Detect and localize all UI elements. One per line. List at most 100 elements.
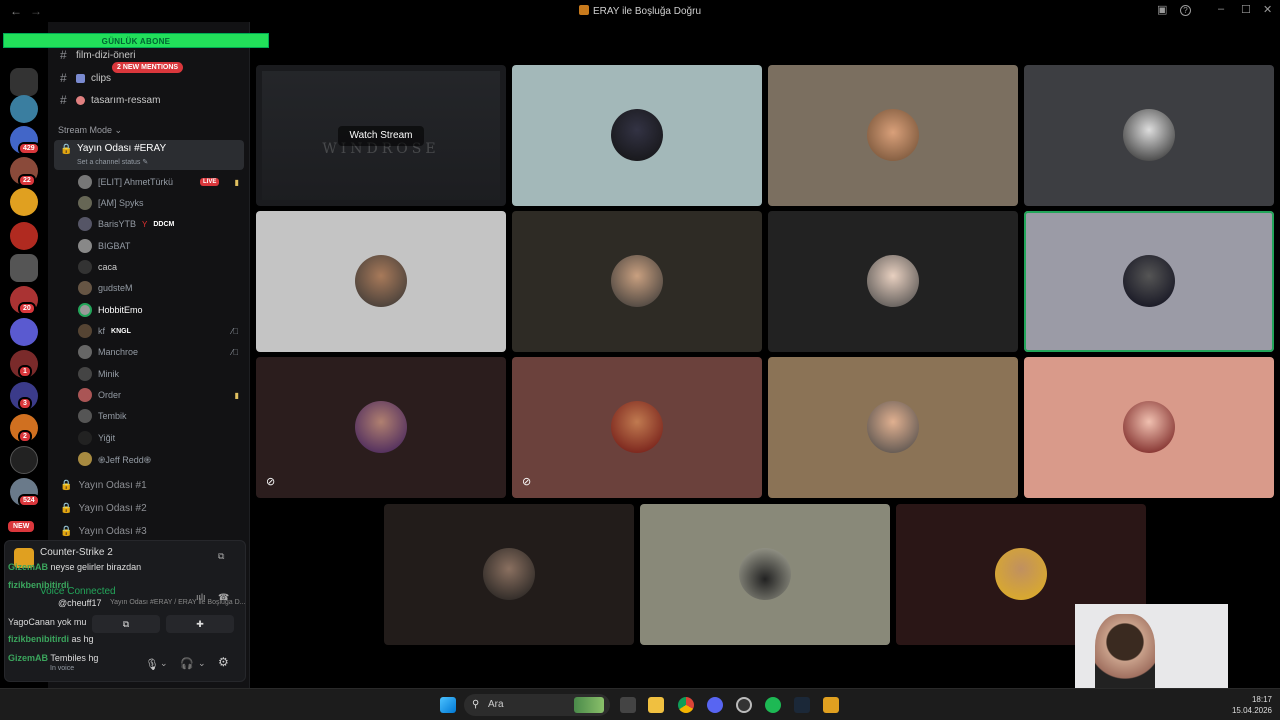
avatar [1123, 401, 1175, 453]
participant-tile[interactable] [1024, 65, 1274, 206]
search-box[interactable]: ⚲ Ara [464, 694, 610, 716]
server-icon-red[interactable] [10, 222, 38, 250]
lock-icon: 🔒 [60, 503, 73, 514]
voice-channel-room-2[interactable]: 🔒 Yayın Odası #2 [60, 503, 147, 514]
participant-tile[interactable] [768, 65, 1018, 206]
help-icon[interactable]: ? [1180, 5, 1191, 16]
close-icon[interactable]: ✕ [1263, 3, 1272, 16]
participant-tile[interactable] [512, 211, 762, 352]
voice-member[interactable]: gudsteM [78, 279, 243, 297]
voice-member[interactable]: Yiğit [78, 429, 243, 447]
voice-member[interactable]: caca [78, 258, 243, 276]
screen-share-icon[interactable]: ⧉ [218, 551, 224, 562]
participant-tile[interactable] [256, 211, 506, 352]
steam-icon[interactable] [794, 697, 810, 713]
voice-member[interactable]: ֎Jeff Redd֎ [78, 450, 243, 468]
avatar [739, 548, 791, 600]
headphones-icon[interactable]: 🎧 [180, 657, 194, 670]
avatar [78, 239, 92, 253]
stream-mode-toggle[interactable]: Stream Mode ⌄ [58, 125, 122, 136]
avatar [611, 401, 663, 453]
hash-icon: # [60, 48, 67, 62]
spotify-icon[interactable] [765, 697, 781, 713]
avatar [78, 367, 92, 381]
chevron-down-icon[interactable]: ⌄ [160, 658, 168, 669]
file-explorer-icon[interactable] [648, 697, 664, 713]
channel-status[interactable]: Set a channel status ✎ [77, 158, 148, 166]
voice-channel-room-1[interactable]: 🔒 Yayın Odası #1 [60, 480, 147, 491]
discord-icon[interactable] [707, 697, 723, 713]
voice-member[interactable]: BIGBAT [78, 237, 243, 255]
chevron-down-icon[interactable]: ⌄ [198, 658, 206, 669]
avatar [611, 255, 663, 307]
unread-badge: 22 [18, 174, 36, 187]
server-icon-layers[interactable] [10, 446, 38, 474]
server-icon-aggressive[interactable] [10, 68, 38, 96]
voice-member[interactable]: kf KNGL ⁄⃠ [78, 322, 243, 340]
voice-member[interactable]: Order ▮ [78, 386, 243, 404]
new-badge: NEW [6, 519, 37, 534]
server-icon-teal[interactable] [10, 95, 38, 123]
settings-gear-icon[interactable]: ⚙ [218, 655, 229, 669]
voice-channel-room-3[interactable]: 🔒 Yayın Odası #3 [60, 526, 147, 537]
avatar [78, 452, 92, 466]
voice-member[interactable]: [AM] Spyks [78, 194, 243, 212]
windows-start-icon[interactable] [440, 697, 456, 713]
participant-tile[interactable] [1024, 357, 1274, 498]
taskbar: ⚲ Ara 18:17 15.04.2026 [0, 688, 1280, 720]
minimize-icon[interactable]: – [1218, 3, 1224, 15]
live-badge: LIVE [200, 178, 220, 186]
participant-tile[interactable] [640, 504, 890, 645]
obs-icon[interactable] [736, 697, 752, 713]
disconnect-icon[interactable]: ☎ [218, 592, 229, 603]
participant-tile[interactable] [384, 504, 634, 645]
server-icon-sunglasses[interactable] [10, 188, 38, 216]
inbox-icon[interactable]: ▣ [1157, 3, 1167, 16]
cs2-icon[interactable] [823, 697, 839, 713]
channel-tasarim-ressam[interactable]: # tasarım-ressam [60, 93, 160, 107]
watch-stream-button[interactable]: Watch Stream [338, 126, 424, 146]
voice-member[interactable]: HobbitEmo [78, 301, 243, 319]
game-name: Counter-Strike 2 [40, 547, 113, 558]
voice-member[interactable]: [ELIT] AhmetTürkü LIVE ▮ [78, 173, 243, 191]
clips-emoji-icon [76, 73, 85, 83]
avatar [867, 255, 919, 307]
participant-tile[interactable] [1024, 211, 1274, 352]
streamer-figure [1095, 614, 1155, 690]
participant-tile[interactable]: ⊘ [512, 357, 762, 498]
voice-member[interactable]: BarisYTB Y DDCM [78, 215, 243, 233]
system-clock[interactable]: 18:17 15.04.2026 [1232, 694, 1272, 716]
unread-badge: 3 [18, 397, 32, 410]
microphone-icon[interactable]: 🎙 [145, 658, 159, 671]
avatar [78, 196, 92, 210]
window-title: ERAY ile Boşluğa Doğru [0, 5, 1280, 17]
chrome-icon[interactable] [678, 697, 694, 713]
voice-channel-active[interactable]: 🔒 Yayın Odası #ERAY Set a channel status… [54, 140, 244, 170]
avatar [78, 217, 92, 231]
voice-member[interactable]: Minik [78, 365, 243, 383]
maximize-icon[interactable]: ☐ [1241, 3, 1251, 16]
deafened-icon: ⊘ [266, 476, 276, 488]
avatar [78, 431, 92, 445]
stream-tile[interactable]: WINDROSE Watch Stream [256, 65, 506, 206]
subscriber-overlay-banner: GÜNLÜK ABONE [3, 33, 269, 48]
screen-share-button[interactable]: ⧉ [92, 615, 160, 633]
new-mentions-badge[interactable]: 2 NEW MENTIONS [112, 62, 184, 73]
participant-tile[interactable]: ⊘ [256, 357, 506, 498]
voice-member[interactable]: Tembik [78, 407, 243, 425]
server-icon-purple[interactable] [10, 318, 38, 346]
avatar [78, 281, 92, 295]
deafened-icon: ⊘ [522, 476, 532, 488]
activities-button[interactable]: ✚ [166, 615, 234, 633]
task-view-icon[interactable] [620, 697, 636, 713]
unread-badge: 20 [18, 302, 36, 315]
participant-tile[interactable] [512, 65, 762, 206]
participant-tile[interactable] [768, 211, 1018, 352]
voice-connected-status: Voice Connected [40, 586, 116, 597]
channel-film-dizi[interactable]: # film-dizi-öneri [60, 48, 135, 62]
channel-clips[interactable]: # clips [60, 71, 111, 85]
participant-tile[interactable] [768, 357, 1018, 498]
avatar [78, 324, 92, 338]
server-icon-t[interactable] [10, 254, 38, 282]
voice-member[interactable]: Manchroe ⁄⃠ [78, 343, 243, 361]
